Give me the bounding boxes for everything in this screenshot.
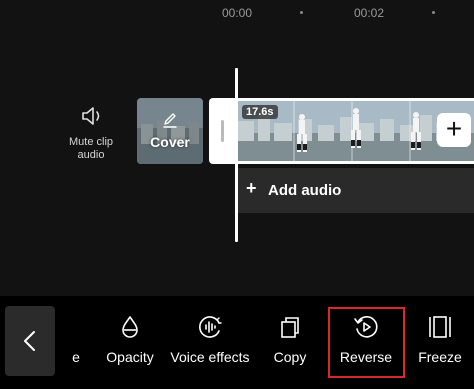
tool-copy-label: Copy: [273, 349, 307, 365]
tool-partial[interactable]: e: [66, 314, 86, 365]
tool-freeze[interactable]: Freeze: [416, 314, 464, 365]
cover-thumbnail: [137, 98, 203, 164]
add-audio-label: Add audio: [268, 182, 342, 199]
add-clip-button[interactable]: +: [437, 113, 471, 147]
trim-grip: [221, 120, 224, 142]
tool-partial-label: e: [72, 349, 80, 365]
ruler-tick-dot: [300, 11, 303, 14]
cover-label: Cover: [150, 134, 190, 150]
clip-trim-handle[interactable]: [209, 98, 235, 164]
tool-freeze-label: Freeze: [418, 349, 462, 365]
tool-voice-effects-label: Voice effects: [170, 349, 250, 365]
chevron-left-icon: [24, 331, 35, 351]
mute-clip-audio-button[interactable]: Mute clip audio: [62, 104, 120, 162]
ruler-time-next: 00:02: [354, 6, 385, 20]
pencil-icon: [163, 113, 177, 128]
playhead[interactable]: [235, 68, 238, 242]
ruler-time-start: 00:00: [222, 6, 253, 20]
tool-opacity-label: Opacity: [106, 349, 154, 365]
mute-clip-audio-label: Mute clip audio: [68, 136, 114, 161]
voice-effects-icon: [199, 316, 222, 338]
freeze-frame-icon: [429, 316, 451, 338]
droplet-icon: [122, 316, 138, 338]
tool-copy[interactable]: Copy: [270, 314, 310, 365]
add-audio-button[interactable]: + Add audio: [236, 168, 474, 213]
speaker-icon: [82, 107, 100, 125]
copy-icon: [281, 317, 299, 338]
reverse-highlight-box: [328, 307, 405, 378]
tool-opacity[interactable]: Opacity: [102, 314, 158, 365]
cover-button[interactable]: Cover: [137, 98, 203, 164]
tool-voice-effects[interactable]: Voice effects: [168, 314, 252, 365]
ruler-tick-dot: [432, 11, 435, 14]
plus-icon: +: [246, 178, 257, 198]
clip-duration-badge: 17.6s: [242, 105, 278, 119]
back-button[interactable]: [5, 306, 55, 376]
timeline-area: 00:00 00:02 Mute clip audio Cover 17.6s …: [0, 0, 474, 296]
